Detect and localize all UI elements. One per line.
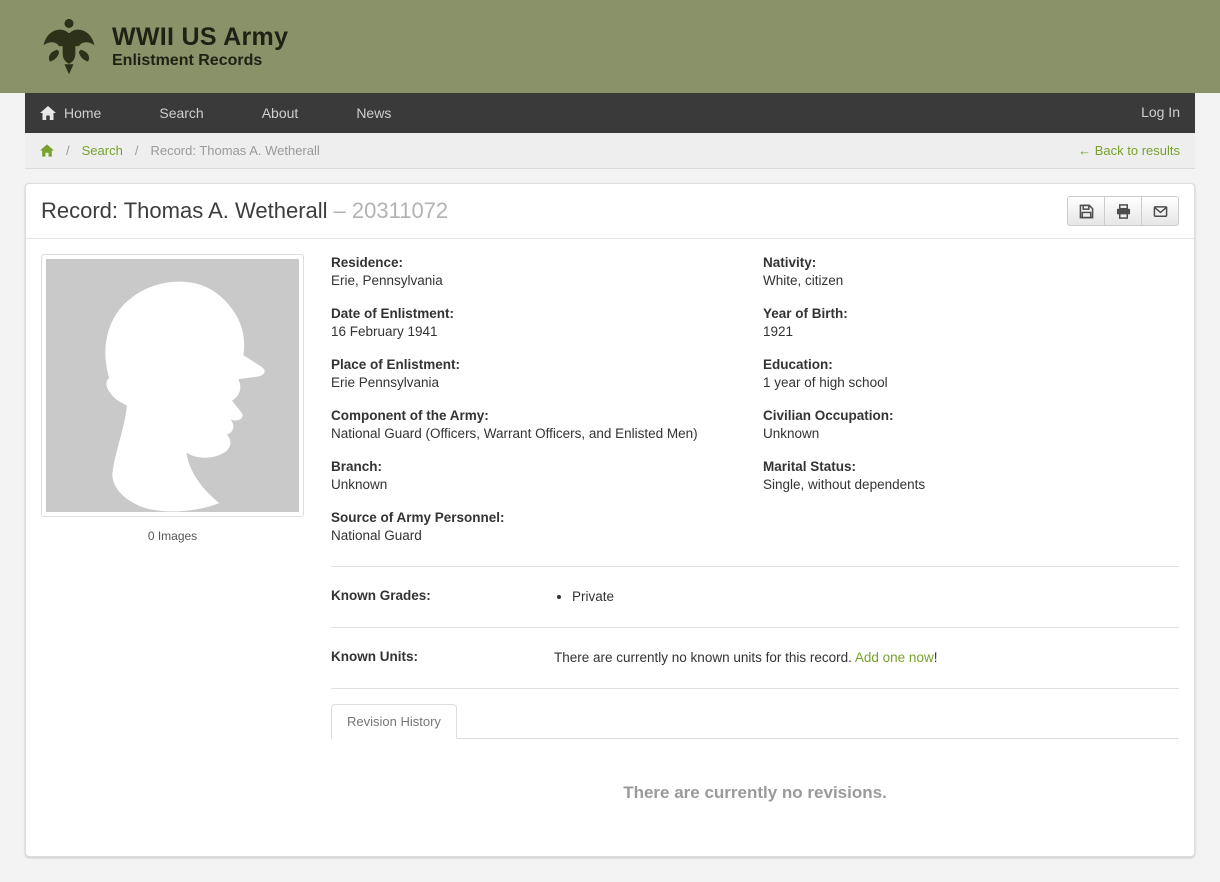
field-value: 1921 — [763, 324, 793, 339]
nav-item-search[interactable]: Search — [159, 105, 203, 121]
site-title: WWII US Army — [112, 23, 288, 52]
units-empty-text: There are currently no known units for t… — [554, 650, 855, 665]
known-units-label: Known Units: — [331, 649, 554, 667]
nav-link-home[interactable]: Home — [64, 105, 101, 121]
field-label: Marital Status: — [763, 458, 1179, 476]
record-details: Residence: Erie, Pennsylvania Date of En… — [331, 254, 1179, 841]
breadcrumb-search-link[interactable]: Search — [82, 143, 123, 158]
field-marital-status: Marital Status: Single, without dependen… — [763, 458, 1179, 494]
record-fields: Residence: Erie, Pennsylvania Date of En… — [331, 254, 1179, 566]
fields-column-right: Nativity: White, citizen Year of Birth: … — [763, 254, 1179, 560]
back-to-results-link[interactable]: ← Back to results — [1078, 143, 1180, 158]
save-button[interactable] — [1067, 196, 1105, 226]
field-nativity: Nativity: White, citizen — [763, 254, 1179, 290]
nav-link-about[interactable]: About — [262, 105, 299, 121]
record-serial-number: – 20311072 — [334, 198, 449, 223]
field-label: Nativity: — [763, 254, 1179, 272]
tab-revision-history-label[interactable]: Revision History — [331, 704, 457, 739]
photo-count-caption: 0 Images — [41, 529, 304, 543]
fields-column-left: Residence: Erie, Pennsylvania Date of En… — [331, 254, 763, 560]
field-year-of-birth: Year of Birth: 1921 — [763, 305, 1179, 341]
army-seal-logo — [40, 16, 98, 78]
field-date-of-enlistment: Date of Enlistment: 16 February 1941 — [331, 305, 763, 341]
field-value: Unknown — [331, 477, 387, 492]
site-subtitle: Enlistment Records — [112, 52, 288, 70]
field-value: National Guard (Officers, Warrant Office… — [331, 426, 698, 441]
field-label: Year of Birth: — [763, 305, 1179, 323]
revisions-empty-message: There are currently no revisions. — [331, 739, 1179, 841]
home-icon — [40, 106, 56, 120]
main-navbar: Home Search About News Log In — [0, 93, 1220, 133]
known-grades-section: Known Grades: Private — [331, 566, 1179, 627]
site-header: WWII US Army Enlistment Records — [0, 0, 1220, 93]
nav-link-search[interactable]: Search — [159, 105, 203, 121]
known-units-section: Known Units: There are currently no know… — [331, 627, 1179, 688]
record-card: Record: Thomas A. Wetherall– 20311072 — [25, 183, 1195, 857]
tab-revision-history[interactable]: Revision History — [331, 704, 457, 738]
breadcrumb-bar: / Search / Record: Thomas A. Wetherall ←… — [0, 133, 1220, 169]
field-value: Unknown — [763, 426, 819, 441]
record-photo-thumbnail — [41, 254, 304, 517]
field-component-of-army: Component of the Army: National Guard (O… — [331, 407, 763, 443]
field-label: Source of Army Personnel: — [331, 509, 763, 527]
login-link[interactable]: Log In — [1141, 104, 1180, 120]
field-label: Date of Enlistment: — [331, 305, 763, 323]
print-button[interactable] — [1104, 196, 1142, 226]
breadcrumb-separator: / — [66, 143, 70, 158]
field-label: Component of the Army: — [331, 407, 763, 425]
breadcrumb-current: Record: Thomas A. Wetherall — [150, 143, 319, 158]
field-label: Place of Enlistment: — [331, 356, 763, 374]
soldier-silhouette-icon — [46, 259, 299, 512]
field-education: Education: 1 year of high school — [763, 356, 1179, 392]
known-grades-label: Known Grades: — [331, 588, 554, 606]
units-suffix: ! — [934, 650, 938, 665]
print-icon — [1116, 204, 1131, 219]
nav-link-news[interactable]: News — [356, 105, 391, 121]
field-civilian-occupation: Civilian Occupation: Unknown — [763, 407, 1179, 443]
field-value: 1 year of high school — [763, 375, 888, 390]
field-place-of-enlistment: Place of Enlistment: Erie Pennsylvania — [331, 356, 763, 392]
field-source-of-personnel: Source of Army Personnel: National Guard — [331, 509, 763, 545]
nav-item-news[interactable]: News — [356, 105, 391, 121]
known-units-empty-message: There are currently no known units for t… — [554, 649, 937, 667]
field-value: Erie, Pennsylvania — [331, 273, 443, 288]
main-content: Record: Thomas A. Wetherall– 20311072 — [0, 183, 1220, 857]
breadcrumb-separator: / — [135, 143, 139, 158]
field-value: Erie Pennsylvania — [331, 375, 439, 390]
email-icon — [1153, 204, 1168, 219]
add-unit-link[interactable]: Add one now — [855, 650, 934, 665]
field-label: Branch: — [331, 458, 763, 476]
site-brand: WWII US Army Enlistment Records — [112, 23, 288, 70]
grade-item: Private — [572, 588, 614, 606]
field-label: Education: — [763, 356, 1179, 374]
save-icon — [1079, 204, 1094, 219]
nav-item-login[interactable]: Log In — [1141, 104, 1180, 122]
record-card-body: 0 Images Residence: Erie, Pennsylvania D… — [26, 239, 1194, 856]
field-value: National Guard — [331, 528, 422, 543]
nav-item-about[interactable]: About — [262, 105, 299, 121]
field-label: Civilian Occupation: — [763, 407, 1179, 425]
email-button[interactable] — [1141, 196, 1179, 226]
field-residence: Residence: Erie, Pennsylvania — [331, 254, 763, 290]
field-value: Single, without dependents — [763, 477, 925, 492]
field-value: 16 February 1941 — [331, 324, 438, 339]
photo-column: 0 Images — [41, 254, 331, 841]
record-toolbar — [1067, 196, 1179, 226]
nav-item-home[interactable]: Home — [40, 105, 101, 121]
photo-placeholder — [46, 259, 299, 512]
known-grades-list: Private — [554, 588, 614, 606]
field-branch: Branch: Unknown — [331, 458, 763, 494]
page-title: Record: Thomas A. Wetherall– 20311072 — [41, 198, 448, 224]
record-card-header: Record: Thomas A. Wetherall– 20311072 — [26, 184, 1194, 239]
home-icon[interactable] — [40, 144, 54, 157]
field-label: Residence: — [331, 254, 763, 272]
record-tabs: Revision History — [331, 688, 1179, 739]
breadcrumb: / Search / Record: Thomas A. Wetherall — [40, 143, 320, 158]
field-value: White, citizen — [763, 273, 843, 288]
record-name: Record: Thomas A. Wetherall — [41, 198, 328, 223]
